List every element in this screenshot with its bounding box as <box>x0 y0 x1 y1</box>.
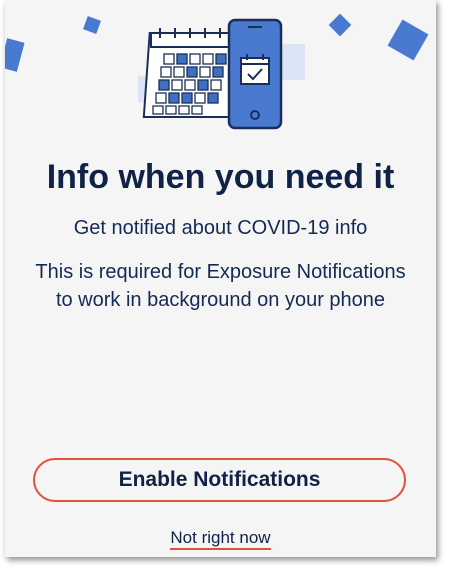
confetti-shape <box>387 19 429 61</box>
not-right-now-container: Not right now <box>5 528 436 550</box>
calendar-check-icon <box>240 54 270 85</box>
notification-illustration <box>5 13 429 130</box>
confetti-shape <box>328 13 352 37</box>
not-right-now-link[interactable]: Not right now <box>170 528 271 550</box>
page-title: Info when you need it <box>46 158 395 196</box>
onboarding-screen: Info when you need it Get notified about… <box>5 0 436 557</box>
confetti-shape <box>83 16 101 34</box>
permission-description: This is required for Exposure Notificati… <box>35 261 406 311</box>
phone-icon <box>227 18 283 130</box>
page-subtitle: Get notified about COVID-19 info <box>73 217 368 239</box>
confetti-shape <box>5 38 25 72</box>
enable-notifications-button[interactable]: Enable Notifications <box>33 458 406 502</box>
calendar-icon <box>142 28 238 118</box>
